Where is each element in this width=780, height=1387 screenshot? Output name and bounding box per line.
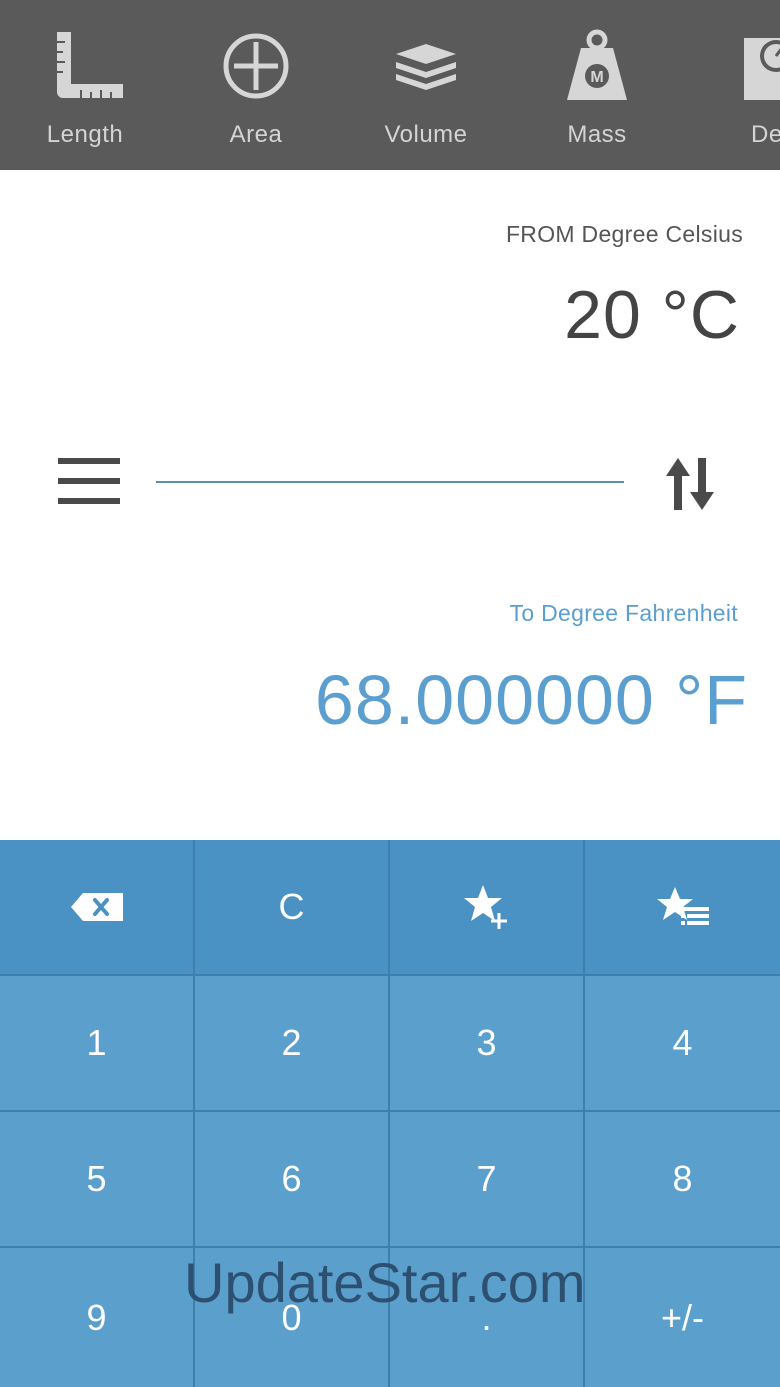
area-icon <box>223 33 289 99</box>
menu-icon <box>58 458 120 464</box>
volume-box-icon <box>396 44 456 90</box>
menu-icon-bar <box>58 478 120 484</box>
key-plus-minus[interactable]: +/- <box>585 1248 780 1387</box>
key-9[interactable]: 9 <box>0 1248 193 1387</box>
category-volume[interactable]: Volume <box>341 0 511 170</box>
from-value[interactable]: 20 °C <box>564 276 740 354</box>
category-area[interactable]: Area <box>171 0 341 170</box>
favorites-list-button[interactable] <box>585 840 780 974</box>
key-4[interactable]: 4 <box>585 976 780 1110</box>
swap-arrows-icon <box>666 458 714 510</box>
star-plus-icon <box>463 885 507 929</box>
divider <box>156 481 624 483</box>
key-3[interactable]: 3 <box>390 976 583 1110</box>
category-density[interactable]: Dens <box>682 0 780 170</box>
menu-button[interactable] <box>56 456 122 508</box>
key-7[interactable]: 7 <box>390 1112 583 1246</box>
key-8[interactable]: 8 <box>585 1112 780 1246</box>
key-5[interactable]: 5 <box>0 1112 193 1246</box>
clear-label: C <box>278 886 305 927</box>
mass-weight-icon: M <box>567 29 627 100</box>
menu-icon-bar <box>58 498 120 504</box>
density-scale-icon <box>744 38 780 100</box>
category-label: Volume <box>384 121 468 148</box>
to-unit-label[interactable]: To Degree Fahrenheit <box>510 600 738 627</box>
category-length[interactable]: Length <box>0 0 170 170</box>
backspace-icon <box>70 893 123 921</box>
clear-button[interactable]: C <box>195 840 388 974</box>
swap-units-button[interactable] <box>664 456 718 512</box>
add-favorite-button[interactable] <box>390 840 583 974</box>
backspace-button[interactable] <box>0 840 193 974</box>
key-6[interactable]: 6 <box>195 1112 388 1246</box>
keypad: C 1 2 3 4 5 6 7 8 9 0 . +/- <box>0 840 780 1387</box>
category-label: Mass <box>567 121 627 148</box>
category-label: Length <box>46 121 124 148</box>
ruler-icon <box>57 32 123 98</box>
key-0[interactable]: 0 <box>195 1248 388 1387</box>
to-value: 68.000000 °F <box>314 661 748 739</box>
category-bar: Length Area Volume M Mass De <box>0 0 780 170</box>
key-2[interactable]: 2 <box>195 976 388 1110</box>
star-list-icon <box>656 887 709 925</box>
category-label: Dens <box>751 121 780 148</box>
category-mass[interactable]: M Mass <box>512 0 682 170</box>
from-unit-label[interactable]: FROM Degree Celsius <box>506 221 743 248</box>
category-label: Area <box>229 121 283 148</box>
key-decimal[interactable]: . <box>390 1248 583 1387</box>
svg-text:M: M <box>590 69 603 86</box>
key-1[interactable]: 1 <box>0 976 193 1110</box>
